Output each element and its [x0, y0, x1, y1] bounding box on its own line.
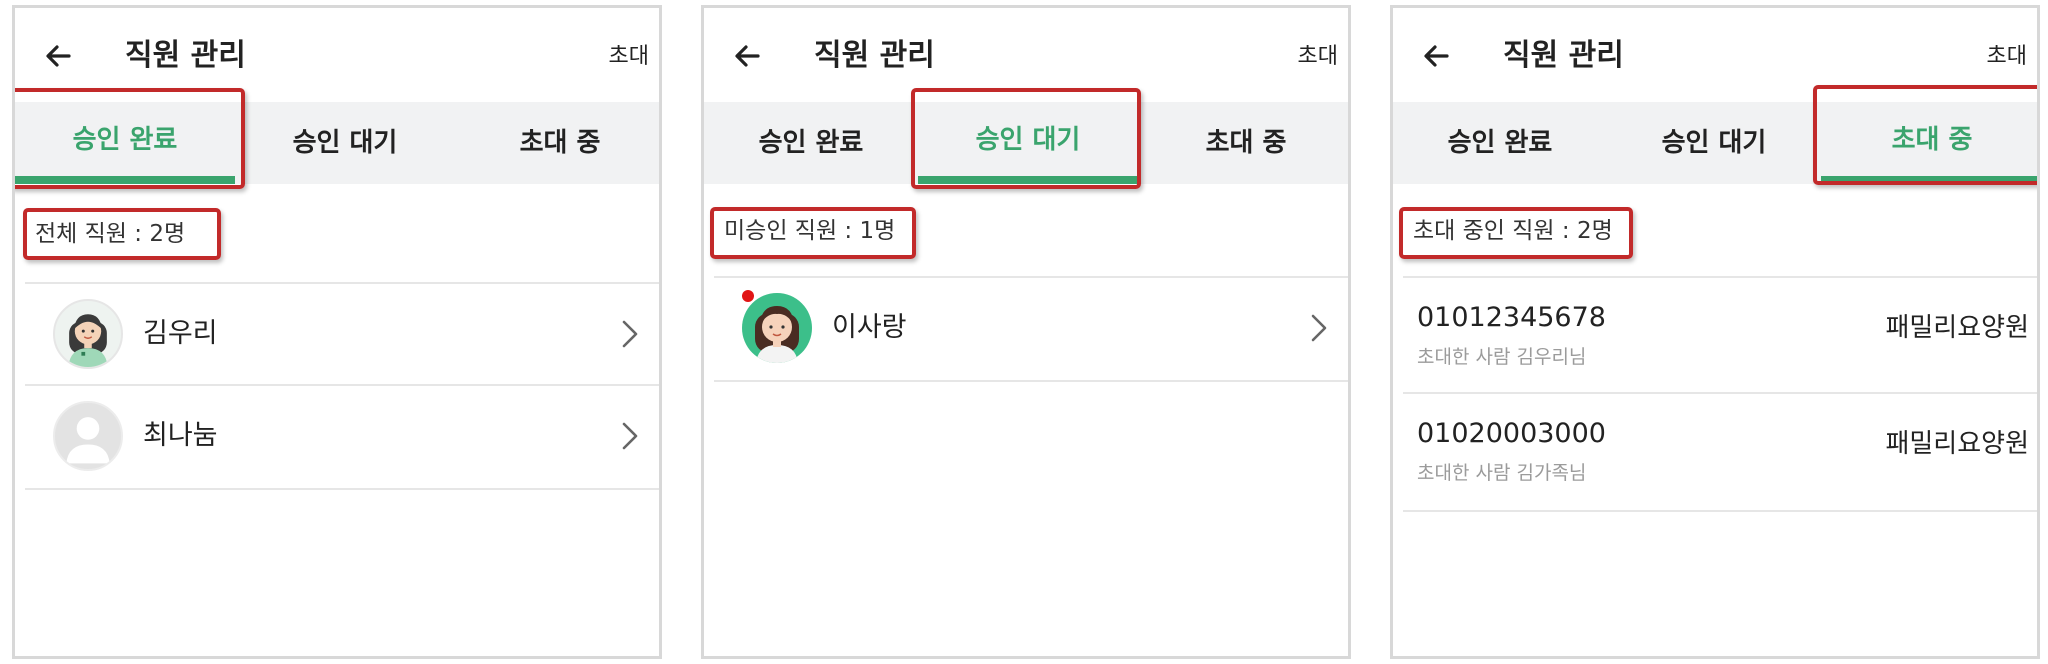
- female-staff-avatar-icon: [53, 299, 123, 369]
- facility-name: 패밀리요양원: [1885, 313, 2029, 343]
- unread-dot-icon: [742, 290, 754, 302]
- invite-button[interactable]: 초대: [1987, 42, 2027, 72]
- tab-pending[interactable]: 승인 대기: [918, 102, 1138, 184]
- active-tab-indicator: [1821, 176, 2037, 184]
- list-item[interactable]: 최나눔: [25, 384, 659, 490]
- screen-inviting: 직원 관리 초대 승인 완료 승인 대기 초대 중 초대 중인 직원 : 2명 …: [1390, 5, 2040, 659]
- page-title: 직원 관리: [1503, 38, 1624, 73]
- tab-label: 초대 중: [1891, 125, 1973, 155]
- tab-bar: 승인 완료 승인 대기 초대 중: [704, 102, 1348, 184]
- staff-name: 이사랑: [832, 312, 907, 343]
- list-item[interactable]: 01020003000 초대한 사람 김가족님 패밀리요양원: [1403, 392, 2037, 512]
- tab-label: 승인 완료: [72, 125, 178, 155]
- staff-count-label: 전체 직원 : 2명: [35, 221, 186, 247]
- tab-pending[interactable]: 승인 대기: [235, 102, 455, 184]
- tab-inviting[interactable]: 초대 중: [455, 102, 659, 184]
- invite-button[interactable]: 초대: [609, 42, 649, 72]
- active-tab-indicator: [15, 176, 235, 184]
- active-tab-indicator: [918, 176, 1138, 184]
- chevron-right-icon: [1311, 314, 1327, 342]
- tab-inviting[interactable]: 초대 중: [1138, 102, 1348, 184]
- chevron-right-icon: [622, 422, 638, 450]
- tab-pending[interactable]: 승인 대기: [1607, 102, 1821, 184]
- app-header: 직원 관리 초대: [15, 8, 659, 102]
- chevron-right-icon: [622, 320, 638, 348]
- tab-bar: 승인 완료 승인 대기 초대 중: [1393, 102, 2037, 184]
- list-item[interactable]: 김우리: [25, 282, 659, 386]
- screen-pending: 직원 관리 초대 승인 완료 승인 대기 초대 중 미승인 직원 : 1명 이사…: [701, 5, 1351, 659]
- tab-approved[interactable]: 승인 완료: [1393, 102, 1607, 184]
- list-item[interactable]: 01012345678 초대한 사람 김우리님 패밀리요양원: [1403, 276, 2037, 394]
- back-arrow-icon[interactable]: [1417, 36, 1457, 76]
- inviter-label: 초대한 사람 김우리님: [1417, 346, 1587, 368]
- back-arrow-icon[interactable]: [728, 36, 768, 76]
- female-staff-avatar-icon: [742, 293, 812, 363]
- staff-count-label: 초대 중인 직원 : 2명: [1413, 218, 1613, 244]
- invitee-phone: 01012345678: [1417, 302, 1606, 333]
- staff-name: 최나눔: [143, 420, 218, 451]
- invite-button[interactable]: 초대: [1298, 42, 1338, 72]
- tab-label: 승인 대기: [975, 125, 1081, 155]
- staff-count-label: 미승인 직원 : 1명: [724, 218, 896, 244]
- screen-approved: 직원 관리 초대 승인 완료 승인 대기 초대 중 전체 직원 : 2명 김우리…: [12, 5, 662, 659]
- invitee-phone: 01020003000: [1417, 418, 1606, 449]
- tab-bar: 승인 완료 승인 대기 초대 중: [15, 102, 659, 184]
- facility-name: 패밀리요양원: [1885, 429, 2029, 459]
- page-title: 직원 관리: [814, 38, 935, 73]
- page-title: 직원 관리: [125, 38, 246, 73]
- inviter-label: 초대한 사람 김가족님: [1417, 462, 1587, 484]
- list-item[interactable]: 이사랑: [714, 276, 1348, 382]
- staff-name: 김우리: [143, 318, 218, 349]
- app-header: 직원 관리 초대: [1393, 8, 2037, 102]
- tab-approved[interactable]: 승인 완료: [15, 102, 235, 184]
- tab-approved[interactable]: 승인 완료: [704, 102, 918, 184]
- tab-inviting[interactable]: 초대 중: [1821, 102, 2037, 184]
- default-user-avatar-icon: [53, 401, 123, 471]
- back-arrow-icon[interactable]: [39, 36, 79, 76]
- app-header: 직원 관리 초대: [704, 8, 1348, 102]
